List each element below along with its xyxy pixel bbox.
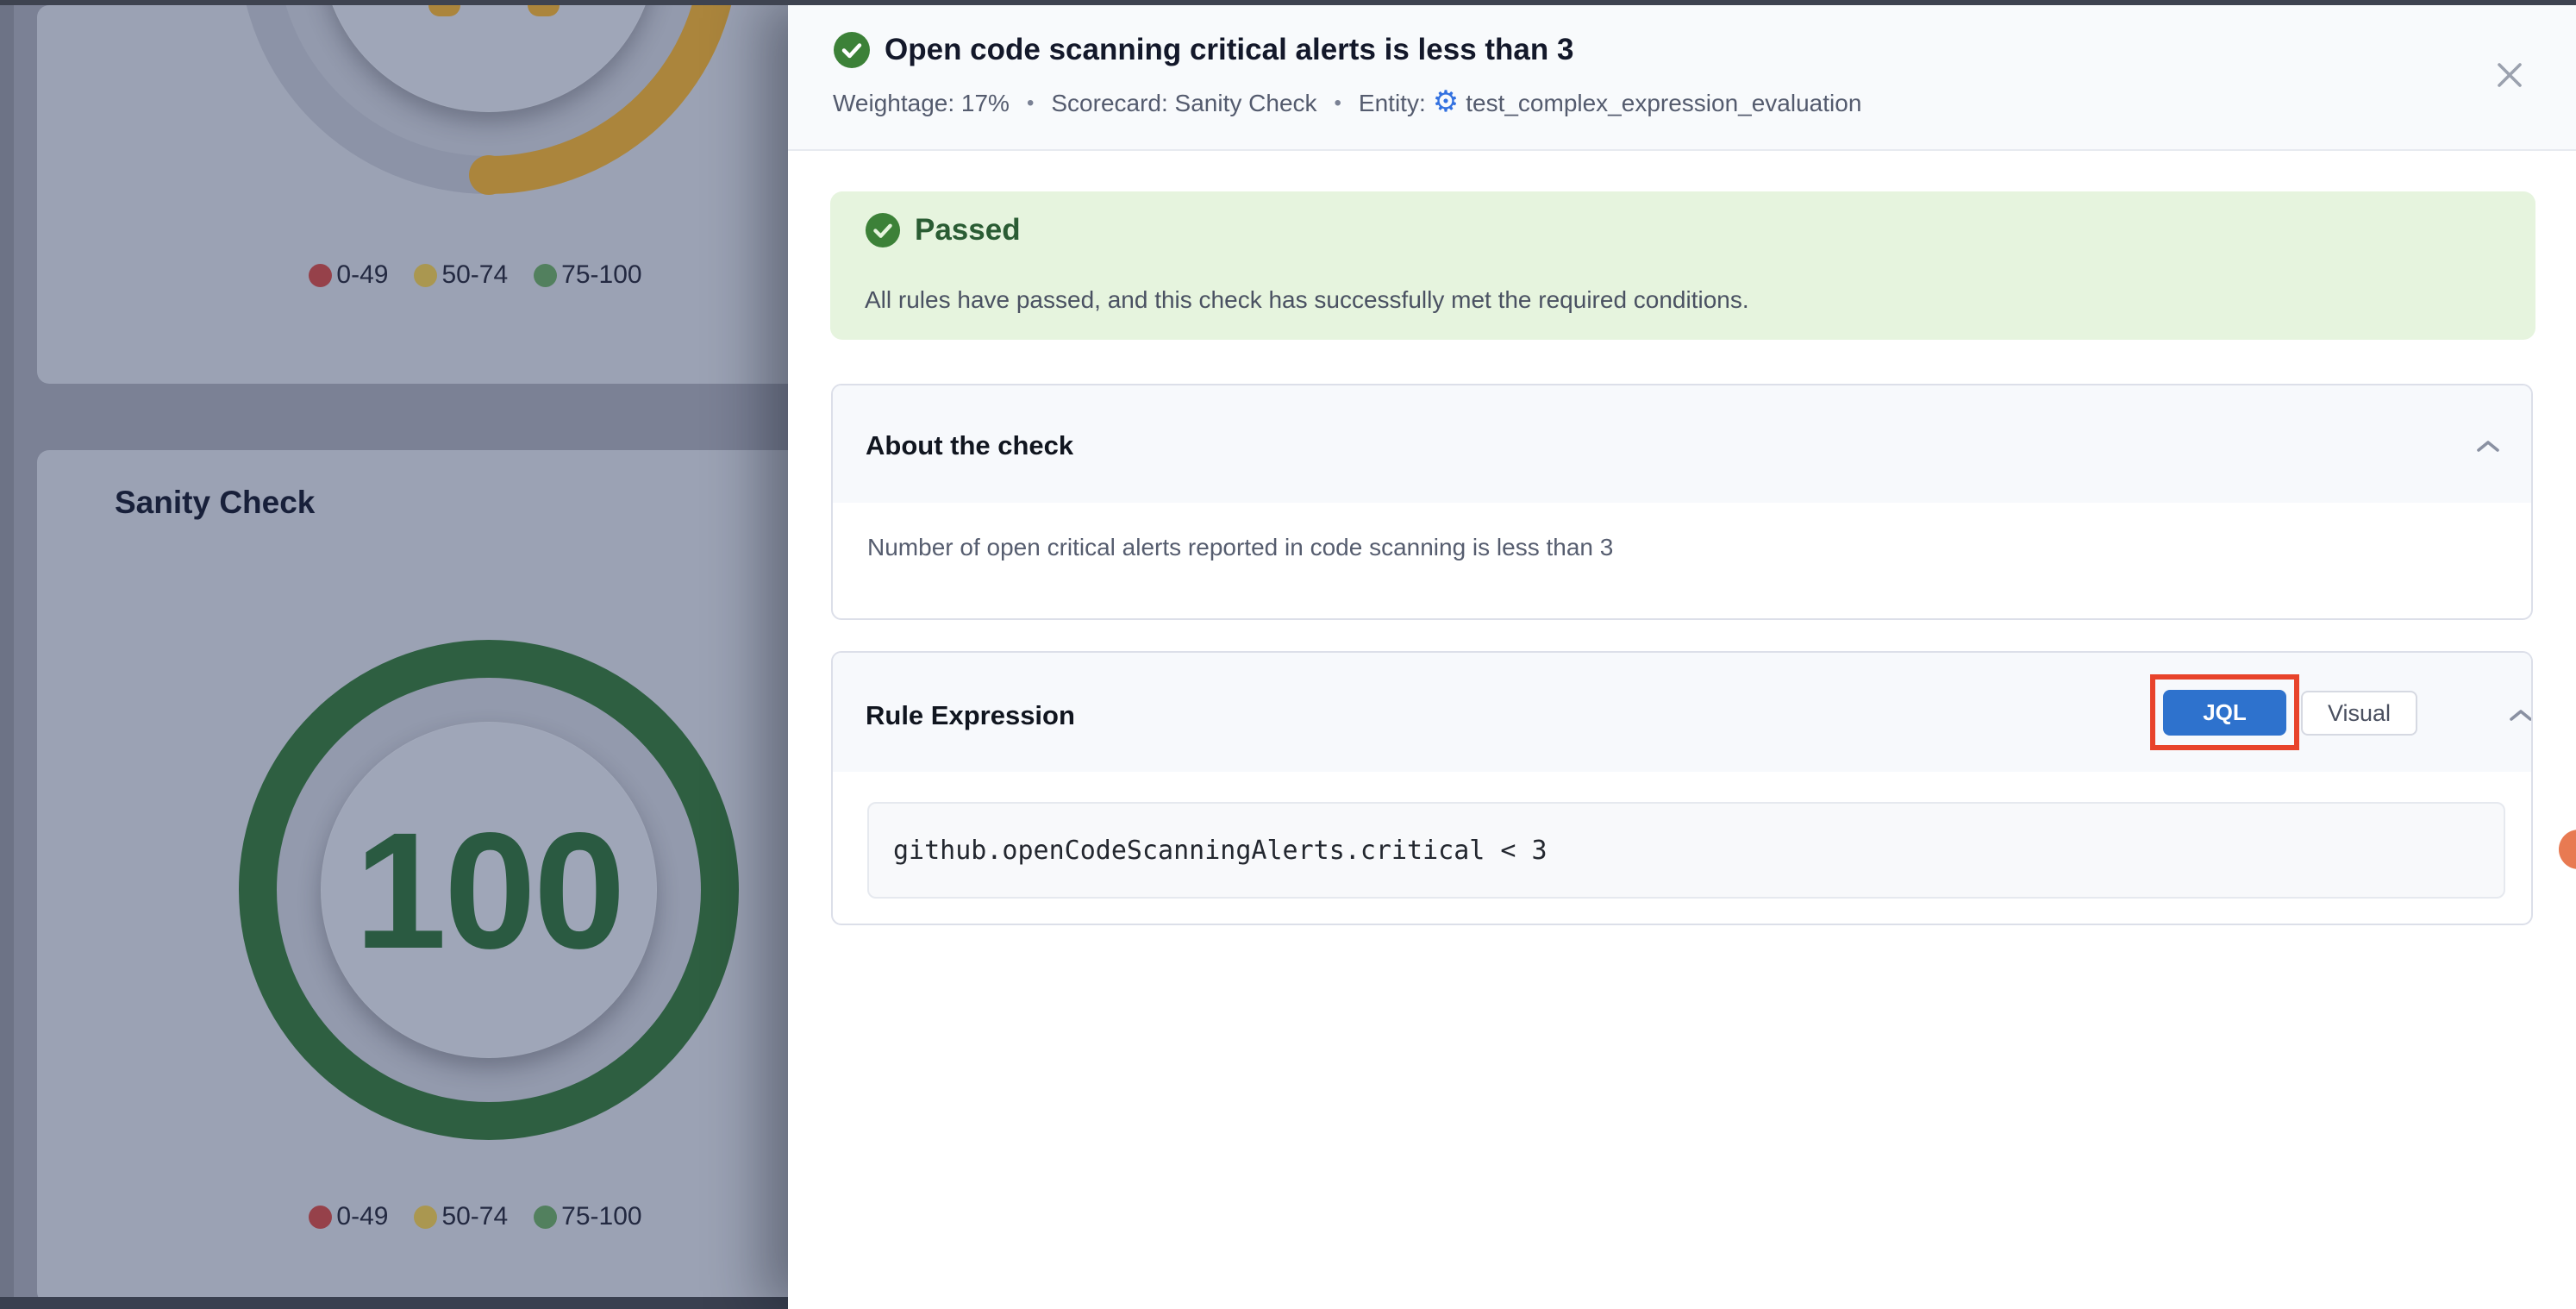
coral-edge-marker — [2559, 830, 2576, 869]
visual-tab-button[interactable]: Visual — [2301, 691, 2417, 736]
check-detail-panel: Open code scanning critical alerts is le… — [788, 0, 2576, 1309]
gear-icon: ⚙ — [1433, 87, 1459, 116]
legend-dot-red — [309, 1206, 332, 1229]
banner-title-row: Passed — [865, 212, 1021, 248]
panel-header: Open code scanning critical alerts is le… — [788, 0, 2576, 151]
separator-dot: • — [1335, 91, 1341, 116]
about-card-description: Number of open critical alerts reported … — [867, 534, 1613, 561]
status-banner-passed: Passed All rules have passed, and this c… — [830, 191, 2535, 340]
close-icon[interactable] — [2479, 45, 2540, 105]
legend-item: 0-49 — [309, 1202, 388, 1231]
legend-label: 0-49 — [336, 260, 388, 290]
left-edge-rail — [0, 0, 14, 1309]
entity-label: Entity: — [1359, 90, 1426, 117]
screen: 0-49 50-74 75-100 Sanity Check 100 — [0, 0, 2576, 1309]
check-passed-icon — [833, 31, 871, 69]
legend-dot-gold — [414, 264, 437, 287]
rule-expression-card: Rule Expression JQL Visual github.openCo… — [831, 651, 2533, 925]
legend-dot-red — [309, 264, 332, 287]
scorecard-gauge-card-partial: 0-49 50-74 75-100 — [37, 5, 788, 384]
legend-label: 75-100 — [561, 1202, 641, 1231]
gauge-inner-circle: 100 — [321, 722, 657, 1058]
banner-status-title: Passed — [915, 213, 1021, 247]
legend-label: 50-74 — [441, 1202, 508, 1231]
bottom-edge-strip — [0, 1297, 788, 1309]
rule-expression-code-box: github.openCodeScanningAlerts.critical <… — [867, 802, 2505, 899]
chevron-up-icon[interactable] — [2462, 420, 2514, 472]
legend-dot-green — [534, 1206, 557, 1229]
panel-subtitle-row: Weightage: 17% • Scorecard: Sanity Check… — [833, 89, 1861, 118]
passed-check-icon — [865, 212, 901, 248]
entity-chip[interactable]: Entity: ⚙ test_complex_expression_evalua… — [1359, 89, 1861, 118]
gauge-legend: 0-49 50-74 75-100 — [37, 260, 788, 290]
legend-dot-gold — [414, 1206, 437, 1229]
chevron-up-icon[interactable] — [2495, 689, 2533, 741]
legend-item: 75-100 — [534, 1202, 641, 1231]
gauge-legend: 0-49 50-74 75-100 — [37, 1202, 788, 1231]
separator-dot: • — [1027, 91, 1034, 116]
rule-expression-code: github.openCodeScanningAlerts.critical <… — [893, 836, 1547, 866]
about-card-title: About the check — [866, 430, 1073, 461]
panel-title-row: Open code scanning critical alerts is le… — [833, 31, 1573, 69]
about-the-check-card: About the check Number of open critical … — [831, 384, 2533, 620]
legend-dot-green — [534, 264, 557, 287]
jql-tab-button[interactable]: JQL — [2163, 690, 2286, 736]
entity-name: test_complex_expression_evaluation — [1466, 90, 1861, 117]
panel-title: Open code scanning critical alerts is le… — [885, 33, 1573, 67]
card-header-band — [833, 385, 2531, 503]
jql-annotation-highlight: JQL — [2150, 674, 2299, 750]
weightage-text: Weightage: 17% — [833, 90, 1010, 117]
top-edge-strip — [0, 0, 2576, 5]
legend-item: 50-74 — [414, 260, 508, 290]
legend-item: 0-49 — [309, 260, 388, 290]
rule-card-title: Rule Expression — [866, 700, 1075, 731]
banner-status-description: All rules have passed, and this check ha… — [865, 286, 1749, 314]
legend-label: 0-49 — [336, 1202, 388, 1231]
legend-label: 50-74 — [441, 260, 508, 290]
legend-item: 50-74 — [414, 1202, 508, 1231]
dimmed-dashboard-background: 0-49 50-74 75-100 Sanity Check 100 — [0, 0, 788, 1309]
gauge-arc-end-cap — [469, 155, 509, 195]
sanity-check-gauge-card: Sanity Check 100 0-49 50-74 75-100 — [37, 450, 788, 1304]
sanity-score-value: 100 — [354, 795, 622, 986]
legend-item: 75-100 — [534, 260, 641, 290]
sanity-card-title: Sanity Check — [115, 485, 315, 521]
legend-label: 75-100 — [561, 260, 641, 290]
scorecard-text: Scorecard: Sanity Check — [1051, 90, 1316, 117]
